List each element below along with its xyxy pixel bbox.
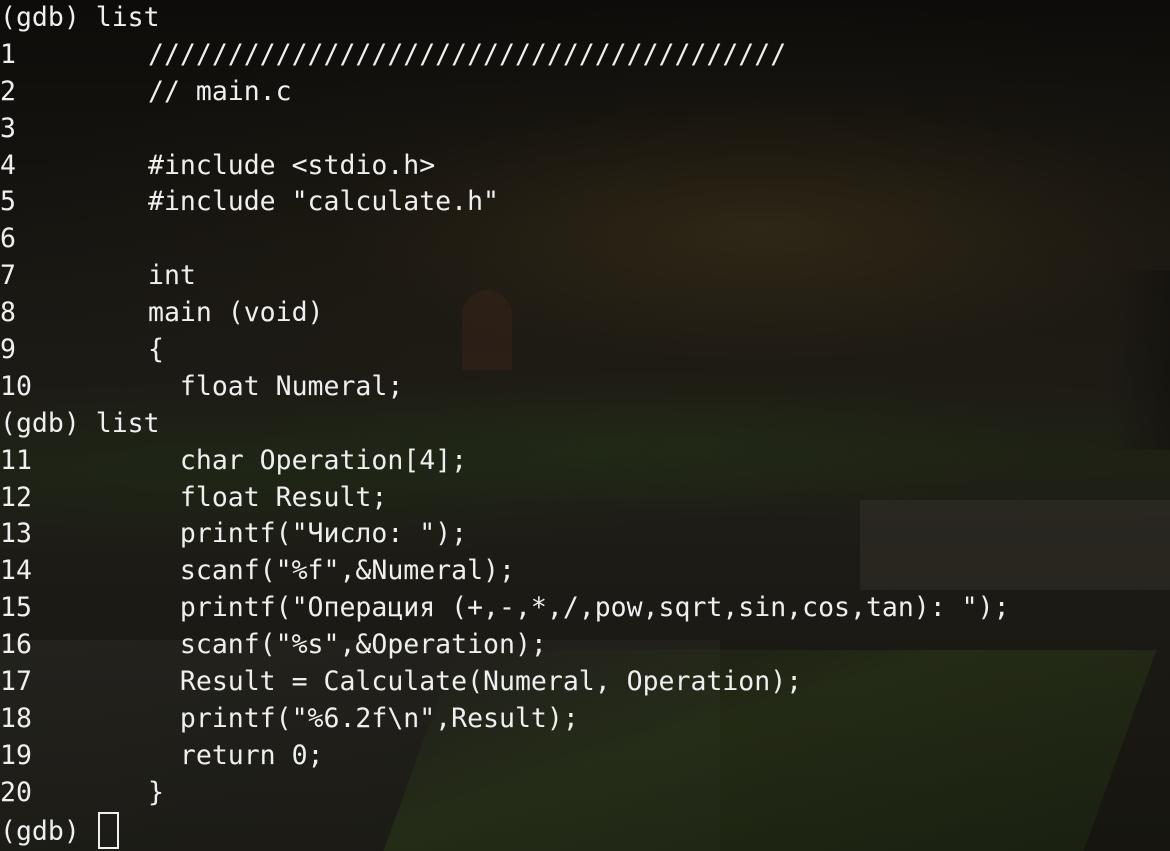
source-line: 5 #include "calculate.h" (0, 184, 1010, 221)
line-number: 6 (0, 223, 16, 255)
source-code: Result = Calculate(Numeral, Operation); (148, 666, 803, 698)
source-line: 1 ///////////////////////////////////////… (0, 37, 1010, 74)
line-number: 18 (0, 702, 32, 734)
source-code: float Numeral; (148, 370, 404, 402)
line-number: 1 (0, 38, 16, 70)
terminal-window[interactable]: (gdb) list 1/////////////////////////////… (0, 0, 1170, 851)
source-code: scanf("%f",&Numeral); (148, 555, 515, 587)
terminal-output: (gdb) list 1/////////////////////////////… (0, 0, 1010, 849)
line-number: 7 (0, 260, 16, 292)
source-code: // main.c (148, 75, 292, 107)
line-number: 2 (0, 75, 16, 107)
gdb-prompt: (gdb) (0, 815, 80, 847)
line-number: 12 (0, 481, 32, 513)
source-code: scanf("%s",&Operation); (148, 629, 547, 661)
source-code: char Operation[4]; (148, 444, 468, 476)
gdb-command[interactable] (80, 816, 96, 847)
source-code: main (void) (148, 297, 324, 329)
source-line: 11 char Operation[4]; (0, 443, 1010, 480)
text-cursor[interactable] (97, 811, 119, 849)
gdb-command: list (79, 407, 160, 439)
source-code: { (148, 334, 164, 366)
source-line: 8 main (void) (0, 295, 1010, 332)
source-code: } (148, 776, 164, 808)
source-line: 16 scanf("%s",&Operation); (0, 627, 1010, 664)
source-code: printf("Операция (+,-,*,/,pow,sqrt,sin,c… (148, 592, 1010, 624)
source-line: 14 scanf("%f",&Numeral); (0, 553, 1010, 590)
source-code: float Result; (148, 481, 388, 513)
source-line: 4 #include <stdio.h> (0, 148, 1010, 185)
line-number: 16 (0, 629, 32, 661)
source-code: printf("Число: "); (148, 518, 468, 550)
wallpaper-tower (1110, 270, 1170, 450)
source-line: 15 printf("Операция (+,-,*,/,pow,sqrt,si… (0, 590, 1010, 627)
line-number: 14 (0, 555, 32, 587)
source-line: 9{ (0, 332, 1010, 369)
source-line: 3 (0, 111, 1010, 148)
line-number: 10 (0, 370, 32, 402)
line-number: 11 (0, 444, 32, 476)
line-number: 20 (0, 776, 32, 808)
line-number: 19 (0, 739, 32, 771)
gdb-prompt: (gdb) (0, 407, 80, 439)
gdb-command-line: (gdb) list (0, 406, 1010, 443)
line-number: 15 (0, 592, 32, 624)
line-number: 5 (0, 186, 16, 218)
source-line: 18 printf("%6.2f\n",Result); (0, 701, 1010, 738)
line-number: 4 (0, 149, 16, 181)
source-line: 2 // main.c (0, 74, 1010, 111)
source-line: 6 (0, 221, 1010, 258)
line-number: 13 (0, 518, 32, 550)
line-number: 3 (0, 112, 16, 144)
line-number: 9 (0, 334, 16, 366)
gdb-command: list (79, 2, 160, 33)
gdb-command-line: (gdb) list (0, 0, 1010, 37)
gdb-prompt: (gdb) (0, 2, 80, 33)
line-number: 8 (0, 297, 16, 329)
line-number: 17 (0, 666, 32, 698)
source-line: 19 return 0; (0, 738, 1010, 775)
source-line: 10 float Numeral; (0, 369, 1010, 406)
source-code: #include "calculate.h" (148, 186, 499, 218)
source-code: int (148, 260, 196, 292)
source-line: 17 Result = Calculate(Numeral, Operation… (0, 664, 1010, 701)
source-code: #include <stdio.h> (148, 149, 436, 181)
source-line: 13 printf("Число: "); (0, 516, 1010, 553)
source-code: return 0; (148, 739, 324, 771)
source-code: printf("%6.2f\n",Result); (148, 702, 579, 734)
source-line: 7 int (0, 258, 1010, 295)
source-line: 12 float Result; (0, 480, 1010, 517)
command-input-line[interactable]: (gdb) (0, 811, 1010, 849)
source-line: 20} (0, 775, 1010, 812)
source-code: //////////////////////////////////////// (148, 38, 787, 70)
